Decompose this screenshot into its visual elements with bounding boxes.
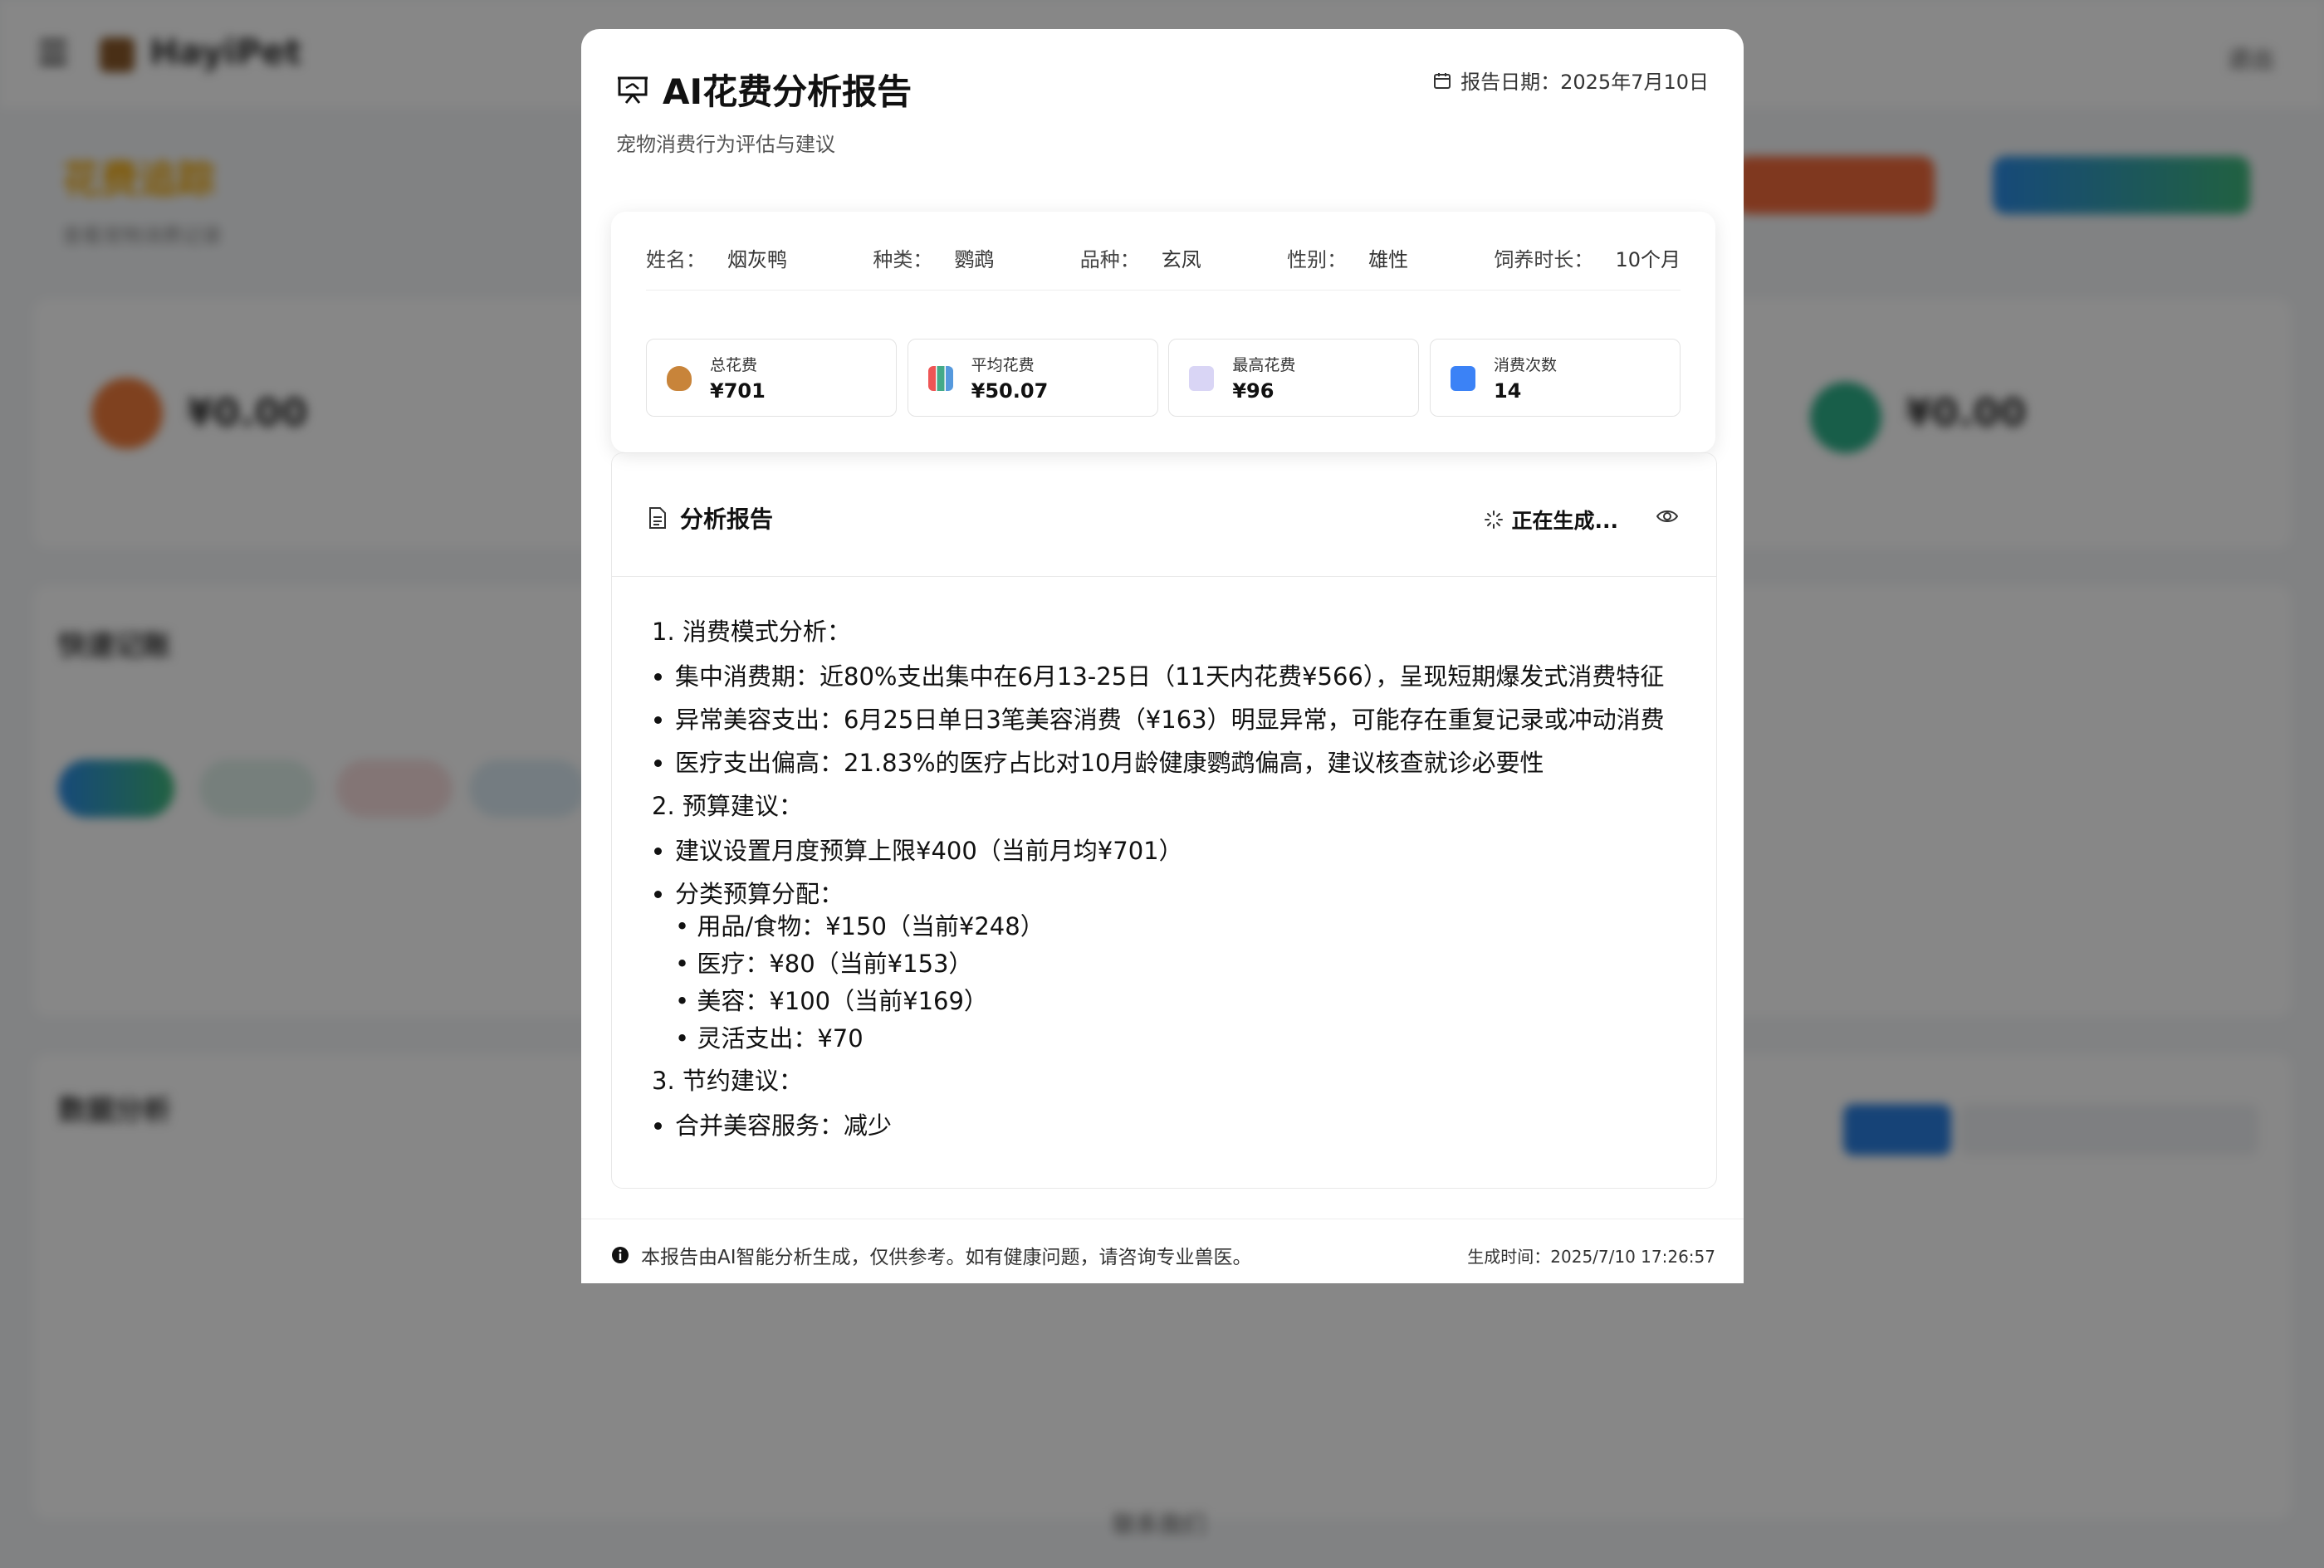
pet-name-label: 姓名： bbox=[646, 248, 706, 271]
pet-species-value: 鹦鹉 bbox=[954, 248, 995, 271]
pet-name-value: 烟灰鸭 bbox=[727, 248, 787, 271]
pet-age-label: 饲养时长： bbox=[1494, 248, 1594, 271]
list-item: 合并美容服务：减少 bbox=[652, 1109, 1681, 1142]
report-date: 报告日期： 2025年7月10日 bbox=[1432, 66, 1709, 95]
generated-label: 生成时间： bbox=[1467, 1246, 1551, 1267]
stat-average-value: ¥50.07 bbox=[971, 379, 1049, 403]
report-header: 分析报告 正在生成... bbox=[612, 453, 1716, 577]
stat-count-value: 14 bbox=[1493, 379, 1522, 403]
document-icon bbox=[649, 507, 666, 529]
pet-gender: 性别： 雄性 bbox=[1287, 243, 1408, 290]
section-heading: 3. 节约建议： bbox=[652, 1067, 803, 1095]
generated-value: 2025/7/10 17:26:57 bbox=[1550, 1246, 1715, 1267]
trend-chart-icon bbox=[1189, 366, 1215, 391]
number-icon bbox=[1450, 366, 1475, 391]
modal-header: AI花费分析报告 宠物消费行为评估与建议 bbox=[616, 64, 912, 157]
footer-note: 本报告由AI智能分析生成，仅供参考。如有健康问题，请咨询专业兽医。 bbox=[611, 1241, 1252, 1269]
sub-item: • 美容：¥100（当前¥169） bbox=[675, 987, 988, 1015]
report-title: 分析报告 bbox=[647, 501, 773, 535]
pet-name: 姓名： 烟灰鸭 bbox=[646, 243, 787, 290]
sub-item: • 灵活支出：¥70 bbox=[675, 1024, 864, 1053]
footer-note-text: 本报告由AI智能分析生成，仅供参考。如有健康问题，请咨询专业兽医。 bbox=[641, 1247, 1252, 1268]
ai-report-modal: AI花费分析报告 宠物消费行为评估与建议 报告日期： 2025年7月10日 姓名… bbox=[581, 29, 1744, 1283]
stat-max-value: ¥96 bbox=[1232, 379, 1275, 403]
bar-chart-icon bbox=[927, 366, 953, 391]
status-text: 正在生成... bbox=[1511, 509, 1619, 533]
analysis-report-card: 分析报告 正在生成... 1. 消费模式分析： 集中消费期：近80%支出集中在6… bbox=[611, 452, 1717, 1189]
modal-subtitle: 宠物消费行为评估与建议 bbox=[616, 133, 835, 156]
pet-species: 种类： 鹦鹉 bbox=[873, 243, 994, 290]
report-date-value: 2025年7月10日 bbox=[1560, 71, 1709, 94]
list-item: 建议设置月度预算上限¥400（当前月均¥701） bbox=[652, 834, 1681, 867]
pet-species-label: 种类： bbox=[873, 248, 933, 271]
modal-title: AI花费分析报告 bbox=[616, 64, 912, 115]
spinner-icon bbox=[1484, 510, 1503, 529]
list-item: 分类预算分配： bbox=[652, 877, 1681, 911]
stat-total: 总花费 ¥701 bbox=[646, 339, 897, 417]
pet-gender-label: 性别： bbox=[1287, 248, 1348, 271]
list-item: 集中消费期：近80%支出集中在6月13-25日（11天内花费¥566），呈现短期… bbox=[652, 660, 1681, 693]
report-title-text: 分析报告 bbox=[680, 506, 774, 533]
stat-max: 最高花费 ¥96 bbox=[1168, 339, 1420, 417]
stat-count-label: 消费次数 bbox=[1493, 356, 1557, 374]
calendar-icon bbox=[1434, 72, 1451, 89]
generating-status: 正在生成... bbox=[1484, 505, 1619, 535]
info-icon bbox=[612, 1247, 629, 1263]
modal-title-text: AI花费分析报告 bbox=[663, 71, 912, 112]
modal-footer: 本报告由AI智能分析生成，仅供参考。如有健康问题，请咨询专业兽医。 生成时间：2… bbox=[611, 1241, 1715, 1269]
stat-total-label: 总花费 bbox=[710, 356, 758, 374]
pet-age-value: 10个月 bbox=[1615, 248, 1681, 271]
presentation-icon bbox=[618, 76, 648, 104]
list-item: 异常美容支出：6月25日单日3笔美容消费（¥163）明显异常，可能存在重复记录或… bbox=[652, 703, 1681, 736]
stat-average: 平均花费 ¥50.07 bbox=[907, 339, 1158, 417]
pet-info-card: 姓名： 烟灰鸭 种类： 鹦鹉 品种： 玄凤 性别： 雄性 饲养时长： 10个月 总花费 ¥… bbox=[611, 212, 1715, 452]
generated-time: 生成时间：2025/7/10 17:26:57 bbox=[1467, 1243, 1715, 1268]
sub-item: • 用品/食物：¥150（当前¥248） bbox=[675, 912, 1045, 940]
section-heading: 1. 消费模式分析： bbox=[652, 618, 851, 646]
stat-average-label: 平均花费 bbox=[971, 356, 1035, 374]
report-body: 1. 消费模式分析： 集中消费期：近80%支出集中在6月13-25日（11天内花… bbox=[652, 615, 1681, 1152]
sub-item: • 医疗：¥80（当前¥153） bbox=[675, 950, 973, 978]
eye-icon[interactable] bbox=[1656, 508, 1679, 528]
pet-breed-value: 玄凤 bbox=[1161, 248, 1201, 271]
pet-age: 饲养时长： 10个月 bbox=[1494, 243, 1681, 290]
pet-gender-value: 雄性 bbox=[1368, 248, 1409, 271]
stat-total-value: ¥701 bbox=[710, 379, 766, 403]
list-item: 医疗支出偏高：21.83%的医疗占比对10月龄健康鹦鹉偏高，建议核查就诊必要性 bbox=[652, 746, 1681, 779]
report-date-label: 报告日期： bbox=[1460, 71, 1561, 94]
stat-count: 消费次数 14 bbox=[1429, 339, 1681, 417]
pet-info-row: 姓名： 烟灰鸭 种类： 鹦鹉 品种： 玄凤 性别： 雄性 饲养时长： 10个月 bbox=[646, 243, 1681, 291]
stats-row: 总花费 ¥701 平均花费 ¥50.07 最高花费 ¥96 消费次数 14 bbox=[646, 339, 1681, 417]
pet-breed: 品种： 玄凤 bbox=[1080, 243, 1201, 290]
money-bag-icon bbox=[667, 366, 692, 391]
stat-max-label: 最高花费 bbox=[1232, 356, 1296, 374]
section-heading: 2. 预算建议： bbox=[652, 792, 803, 820]
pet-breed-label: 品种： bbox=[1079, 248, 1140, 271]
